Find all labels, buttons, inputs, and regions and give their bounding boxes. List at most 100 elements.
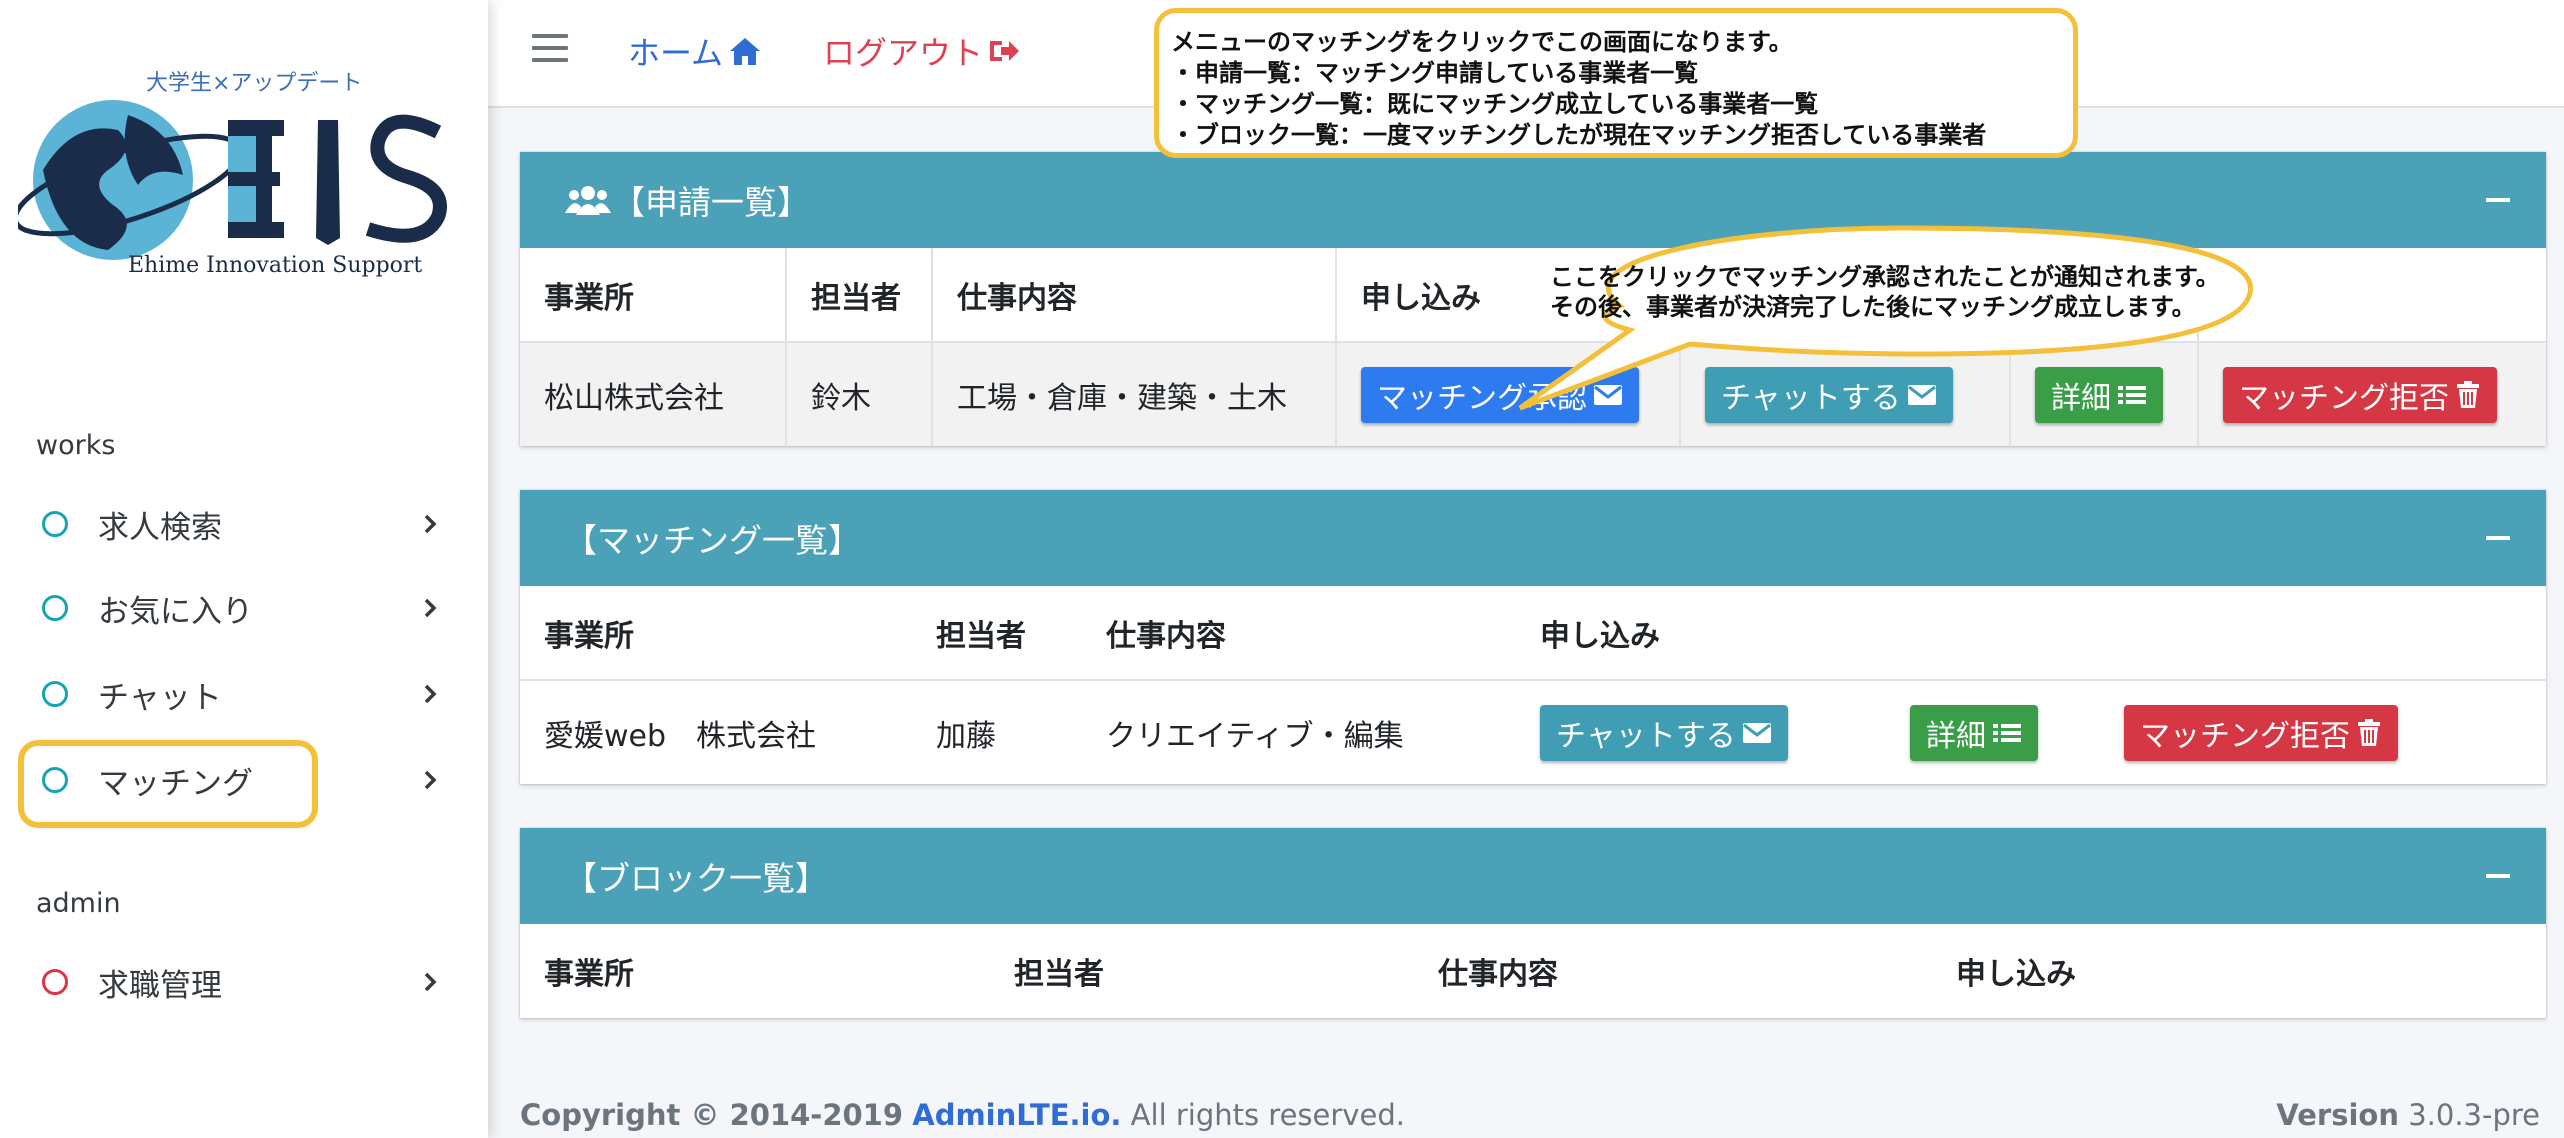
sidebar-item-label: 求人検索 bbox=[98, 509, 222, 546]
collapse-icon[interactable] bbox=[2486, 536, 2510, 540]
home-icon bbox=[730, 38, 761, 65]
sidebar-item-label: チャット bbox=[98, 679, 222, 716]
sidebar-item-chat[interactable]: チャット bbox=[20, 654, 450, 734]
sidebar-item-job-management[interactable]: 求職管理 bbox=[20, 942, 450, 1022]
table-header-row: 事業所 担当者 仕事内容 申し込み bbox=[520, 924, 2546, 1018]
circle-outline-icon bbox=[42, 511, 68, 537]
callout-line: メニューのマッチングをクリックでこの画面になります。 bbox=[1171, 28, 1793, 56]
sidebar-item-job-search[interactable]: 求人検索 bbox=[20, 484, 450, 564]
section-label-works: works bbox=[36, 430, 116, 461]
callout-line: ・申請一覧：マッチング申請している事業者一覧 bbox=[1171, 59, 1699, 87]
circle-outline-icon bbox=[42, 595, 68, 621]
column-header: 担当者 bbox=[936, 618, 1026, 654]
matches-table: 事業所 担当者 仕事内容 申し込み 愛媛web 株式会社 加藤 クリエイティブ・… bbox=[520, 586, 2546, 784]
chevron-right-icon bbox=[424, 770, 437, 790]
blocks-table: 事業所 担当者 仕事内容 申し込み bbox=[520, 924, 2546, 1018]
logo-graphic: 大学生×アップデート Ehime Innovation Support bbox=[12, 71, 447, 278]
applications-card-header: 【申請一覧】 bbox=[520, 152, 2546, 248]
table-row: 松山株式会社 鈴木 工場・倉庫・建築・土木 マッチング承認 チャットする 詳細 bbox=[520, 341, 2546, 446]
adminlte-link[interactable]: AdminLTE.io. bbox=[912, 1098, 1121, 1132]
office-cell: 愛媛web 株式会社 bbox=[520, 679, 912, 784]
logo-tagline: 大学生×アップデート bbox=[146, 71, 362, 96]
column-header: 事業所 bbox=[544, 618, 634, 654]
bubble-line: その後、事業者が決済完了した後にマッチング成立します。 bbox=[1550, 293, 2196, 321]
sign-out-icon bbox=[990, 41, 1020, 61]
trash-icon bbox=[2457, 380, 2479, 408]
chat-button[interactable]: チャットする bbox=[1705, 366, 1953, 423]
version-value: 3.0.3-pre bbox=[2408, 1098, 2540, 1132]
office-cell: 松山株式会社 bbox=[520, 341, 787, 446]
logout-link[interactable]: ログアウト bbox=[823, 28, 1021, 74]
sidebar-item-favorites[interactable]: お気に入り bbox=[20, 568, 450, 648]
column-header: 申し込み bbox=[1956, 957, 2076, 992]
callout-line: ・マッチング一覧：既にマッチング成立している事業者一覧 bbox=[1171, 90, 1819, 118]
column-header: 仕事内容 bbox=[932, 248, 1337, 342]
button-label: チャットする bbox=[1721, 380, 1901, 416]
speech-bubble-text: ここをクリックでマッチング承認されたことが通知されます。 その後、事業者が決済完… bbox=[1550, 262, 2310, 322]
card-title: 【マッチング一覧】 bbox=[564, 521, 861, 560]
home-link-label: ホーム bbox=[628, 34, 724, 72]
chevron-right-icon bbox=[424, 972, 437, 992]
approve-matching-button[interactable]: マッチング承認 bbox=[1361, 366, 1639, 423]
chevron-right-icon bbox=[424, 598, 437, 618]
circle-outline-icon bbox=[42, 767, 68, 793]
rights-text: All rights reserved. bbox=[1130, 1098, 1405, 1132]
menu-toggle-icon[interactable] bbox=[532, 34, 568, 66]
chevron-right-icon bbox=[424, 684, 437, 704]
button-label: マッチング承認 bbox=[1377, 380, 1587, 416]
instruction-callout: メニューのマッチングをクリックでこの画面になります。 ・申請一覧：マッチング申請… bbox=[1154, 8, 2078, 158]
users-icon bbox=[565, 186, 611, 215]
column-header: 事業所 bbox=[544, 957, 634, 992]
matches-card: 【マッチング一覧】 事業所 担当者 仕事内容 申し込み 愛媛web 株式会社 加… bbox=[520, 490, 2546, 784]
column-header: 事業所 bbox=[520, 248, 787, 342]
footer-copyright: Copyright © 2014-2019 AdminLTE.io. All r… bbox=[520, 1098, 1405, 1132]
logo-subtitle: Ehime Innovation Support bbox=[128, 253, 422, 278]
table-header-row: 事業所 担当者 仕事内容 申し込み bbox=[520, 586, 2546, 680]
envelope-icon bbox=[1594, 384, 1622, 405]
detail-button[interactable]: 詳細 bbox=[2035, 366, 2163, 423]
card-title: 【申請一覧】 bbox=[612, 183, 810, 222]
logout-link-label: ログアウト bbox=[823, 34, 984, 72]
job-cell: クリエイティブ・編集 bbox=[1082, 679, 1516, 784]
job-cell: 工場・倉庫・建築・土木 bbox=[932, 341, 1337, 446]
detail-button[interactable]: 詳細 bbox=[1910, 704, 2038, 761]
circle-outline-icon bbox=[42, 681, 68, 707]
column-header: 担当者 bbox=[786, 248, 933, 342]
reject-matching-button[interactable]: マッチング拒否 bbox=[2124, 704, 2398, 761]
list-icon bbox=[2118, 385, 2146, 404]
callout-line: ・ブロック一覧：一度マッチングしたが現在マッチング拒否している事業者 bbox=[1171, 121, 1987, 149]
person-cell: 加藤 bbox=[912, 679, 1082, 784]
home-link[interactable]: ホーム bbox=[628, 28, 763, 74]
collapse-icon[interactable] bbox=[2486, 874, 2510, 878]
button-label: マッチング拒否 bbox=[2140, 718, 2350, 754]
card-title: 【ブロック一覧】 bbox=[564, 859, 828, 898]
version-info: Version 3.0.3-pre bbox=[2276, 1098, 2540, 1132]
column-header: 担当者 bbox=[1014, 957, 1104, 992]
version-label: Version bbox=[2276, 1098, 2399, 1132]
envelope-icon bbox=[1742, 722, 1771, 743]
matches-card-header: 【マッチング一覧】 bbox=[520, 490, 2546, 586]
button-label: 詳細 bbox=[2051, 380, 2111, 416]
column-header: 仕事内容 bbox=[1106, 618, 1226, 654]
column-header: 仕事内容 bbox=[1438, 957, 1558, 992]
button-label: マッチング拒否 bbox=[2239, 380, 2449, 416]
trash-icon bbox=[2358, 718, 2380, 746]
reject-matching-button[interactable]: マッチング拒否 bbox=[2223, 366, 2497, 423]
person-cell: 鈴木 bbox=[786, 341, 933, 446]
blocks-card: 【ブロック一覧】 事業所 担当者 仕事内容 申し込み bbox=[520, 828, 2546, 1018]
button-label: 詳細 bbox=[1926, 718, 1986, 754]
circle-outline-icon bbox=[42, 969, 68, 995]
sidebar-item-label: お気に入り bbox=[98, 593, 253, 630]
collapse-icon[interactable] bbox=[2486, 198, 2510, 202]
button-label: チャットする bbox=[1556, 718, 1736, 754]
sidebar-item-matching[interactable]: マッチング bbox=[20, 740, 450, 820]
bubble-line: ここをクリックでマッチング承認されたことが通知されます。 bbox=[1550, 263, 2220, 291]
chat-button[interactable]: チャットする bbox=[1540, 704, 1788, 761]
list-icon bbox=[1993, 723, 2021, 742]
copyright-text: Copyright © 2014-2019 bbox=[520, 1098, 904, 1132]
chevron-right-icon bbox=[424, 514, 437, 534]
sidebar-item-label: マッチング bbox=[98, 765, 253, 802]
table-row: 愛媛web 株式会社 加藤 クリエイティブ・編集 チャットする 詳細 マッチング… bbox=[520, 679, 2546, 784]
envelope-icon bbox=[1907, 384, 1936, 405]
brand-logo[interactable]: 大学生×アップデート Ehime Innovation Support bbox=[12, 60, 458, 290]
